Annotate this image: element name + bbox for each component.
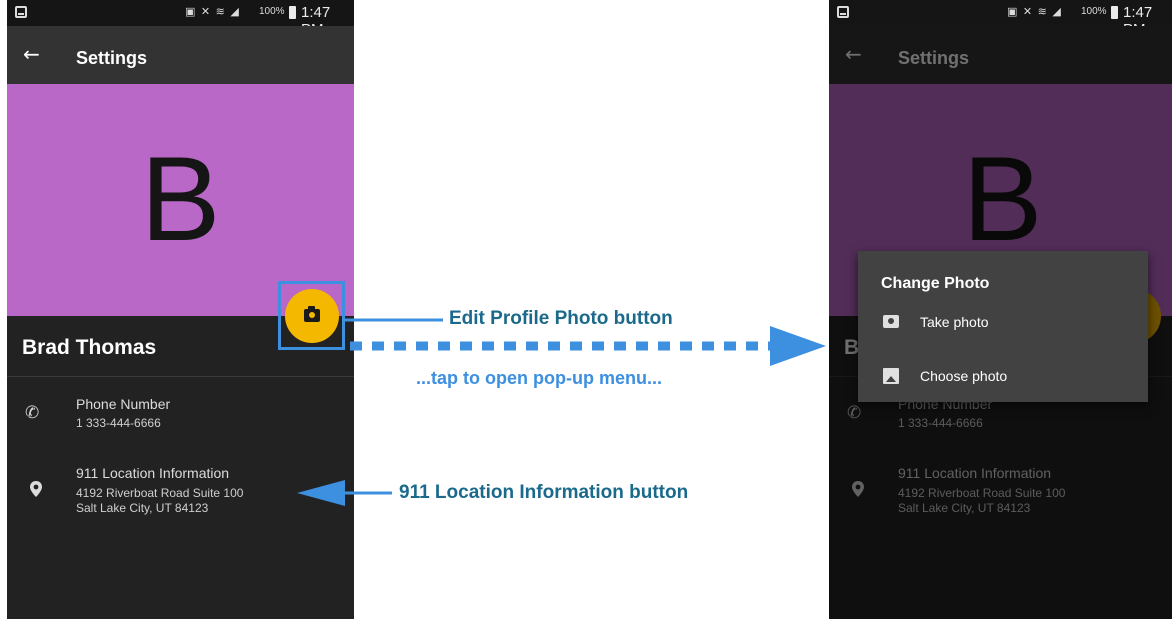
dashed-arrow-head — [770, 326, 826, 366]
edit-photo-callout: Edit Profile Photo button — [449, 308, 673, 329]
location-callout: 911 Location Information button — [399, 482, 689, 503]
tap-popup-callout: ...tap to open pop-up menu... — [416, 368, 662, 388]
location-arrow-head — [297, 480, 345, 506]
